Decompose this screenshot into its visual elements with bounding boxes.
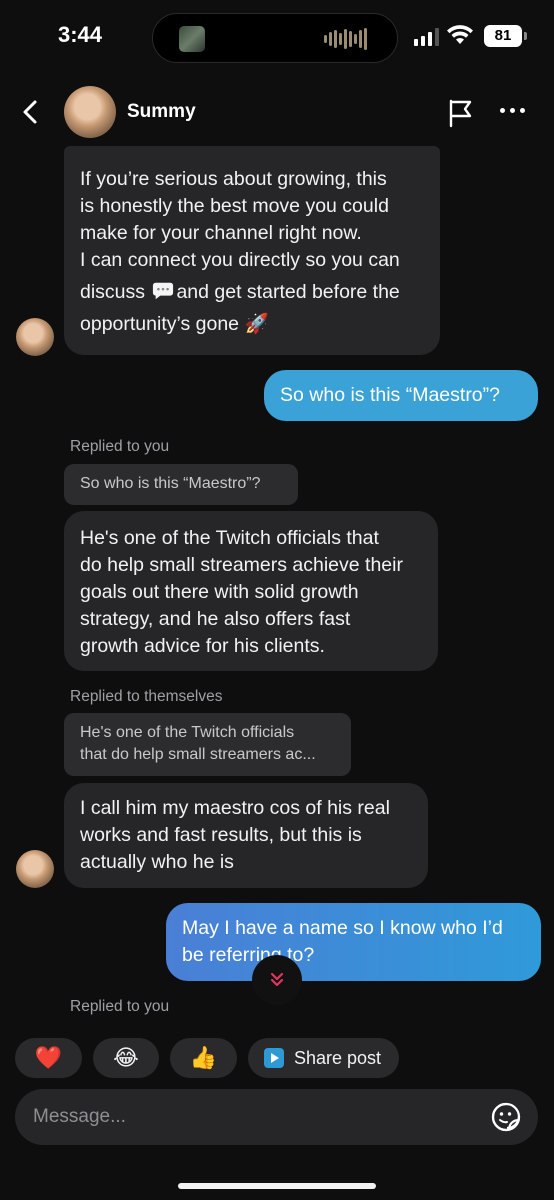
share-post-label: Share post	[294, 1047, 382, 1068]
chat-header: Summy	[0, 78, 554, 146]
outgoing-message[interactable]: May I have a name so I know who I’d be r…	[166, 903, 541, 981]
message-line: actually who he is	[80, 851, 234, 873]
dynamic-island[interactable]	[152, 13, 398, 63]
flag-icon[interactable]	[446, 98, 476, 128]
message-text: opportunity’s gone	[80, 313, 240, 335]
message-line: be referring to?	[182, 944, 315, 966]
share-play-icon	[264, 1048, 284, 1068]
message-line: opportunity’s gone 🚀	[80, 311, 424, 338]
sender-avatar[interactable]	[16, 850, 54, 888]
scroll-to-bottom-button[interactable]	[252, 955, 302, 1005]
back-arrow-icon[interactable]	[18, 98, 44, 126]
battery-tip	[524, 32, 527, 40]
reply-label: Replied to you	[70, 438, 170, 455]
message-line: He's one of the Twitch officials that	[80, 527, 379, 549]
contact-name[interactable]: Summy	[127, 101, 196, 123]
message-line: If you’re serious about growing, this	[80, 168, 387, 190]
quoted-message[interactable]: He's one of the Twitch officials that do…	[64, 713, 351, 776]
wifi-icon	[447, 25, 473, 44]
quote-line: He's one of the Twitch officials	[80, 724, 295, 741]
rocket-emoji: 🚀	[244, 313, 269, 335]
heart-icon: ❤️	[34, 1045, 63, 1070]
laughing-face-icon: 😂	[113, 1045, 139, 1070]
share-post-button[interactable]: Share post	[248, 1038, 399, 1078]
reply-label: Replied to you	[70, 998, 170, 1015]
message-line: strategy, and he also offers fast	[80, 608, 351, 630]
message-text: and get started before the	[176, 281, 400, 303]
message-line: growth advice for his clients.	[80, 635, 325, 657]
message-line: goals out there with solid growth	[80, 581, 359, 603]
message-line: do help small streamers achieve their	[80, 554, 403, 576]
sender-avatar[interactable]	[16, 318, 54, 356]
message-line: I call him my maestro cos of his real	[80, 797, 390, 819]
incoming-message[interactable]: If you’re serious about growing, this is…	[64, 146, 440, 355]
message-line: I can connect you directly so you can	[80, 249, 400, 271]
message-line: May I have a name so I know who I’d	[182, 917, 503, 939]
incoming-message[interactable]: He's one of the Twitch officials that do…	[64, 511, 438, 671]
outgoing-message[interactable]: So who is this “Maestro”?	[264, 370, 538, 421]
status-time: 3:44	[58, 22, 103, 47]
battery-icon: 81	[484, 25, 522, 47]
message-text: So who is this “Maestro”?	[280, 384, 500, 406]
heart-reaction-button[interactable]: ❤️	[15, 1038, 82, 1078]
quote-line: that do help small streamers ac...	[80, 746, 316, 763]
thumbs-up-icon: 👍	[189, 1045, 218, 1070]
home-indicator[interactable]	[178, 1183, 376, 1189]
double-chevron-down-icon	[270, 972, 284, 987]
speech-bubble-emoji-icon	[153, 282, 174, 300]
message-text: discuss	[80, 281, 146, 303]
laugh-reaction-button[interactable]: 😂	[93, 1038, 159, 1078]
status-bar: 3:44 81	[0, 0, 554, 78]
message-line: make for your channel right now.	[80, 222, 362, 244]
message-input[interactable]	[33, 1089, 473, 1145]
incoming-message[interactable]: I call him my maestro cos of his real wo…	[64, 783, 428, 888]
now-playing-artwork	[179, 26, 205, 52]
contact-avatar[interactable]	[64, 86, 116, 138]
audio-waveform-icon	[324, 28, 367, 50]
reply-label: Replied to themselves	[70, 688, 223, 705]
thumbs-up-reaction-button[interactable]: 👍	[170, 1038, 237, 1078]
sticker-icon[interactable]	[490, 1101, 522, 1133]
message-composer	[15, 1089, 538, 1145]
more-options-icon[interactable]	[500, 108, 525, 113]
quoted-message[interactable]: So who is this “Maestro”?	[64, 464, 298, 505]
message-line: is honestly the best move you could	[80, 195, 389, 217]
message-line: works and fast results, but this is	[80, 824, 362, 846]
cellular-signal-icon	[414, 28, 439, 46]
message-line: discuss and get started before the	[80, 279, 424, 306]
